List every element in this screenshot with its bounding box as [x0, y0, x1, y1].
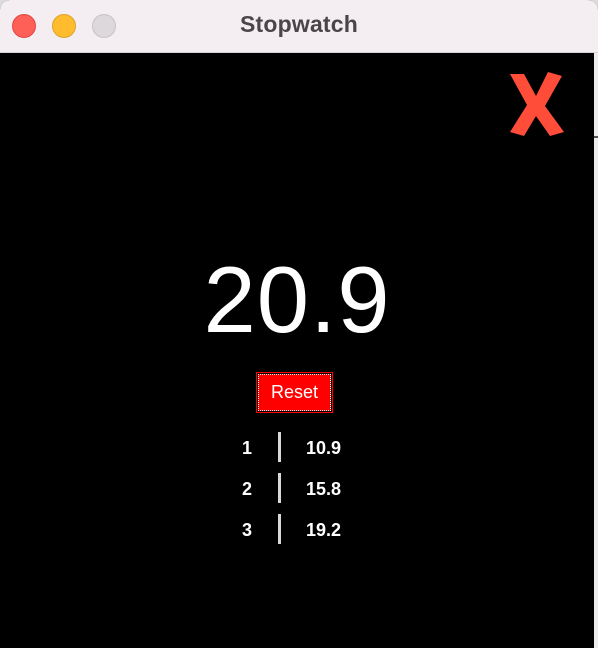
lap-number: 2 — [241, 479, 252, 499]
lap-row: 3 19.2 — [230, 510, 370, 551]
lap-separator — [278, 432, 281, 462]
lap-time: 19.2 — [306, 520, 342, 540]
stopwatch-window: Stopwatch 20.9 Reset 1 10.9 2 15.8 3 19.… — [0, 0, 598, 648]
lap-time: 10.9 — [306, 438, 342, 458]
lap-row: 1 10.9 — [230, 428, 370, 469]
edge-mark — [594, 136, 598, 138]
reset-button[interactable]: Reset — [256, 372, 333, 413]
title-bar: Stopwatch — [0, 0, 598, 53]
lap-number: 3 — [241, 520, 252, 540]
window-title: Stopwatch — [239, 11, 359, 37]
elapsed-time-display: 20.9 — [203, 247, 391, 352]
close-x-icon[interactable] — [506, 70, 566, 140]
lap-list: 1 10.9 2 15.8 3 19.2 — [230, 428, 370, 551]
lap-row: 2 15.8 — [230, 469, 370, 510]
lap-separator — [278, 473, 281, 503]
lap-time: 15.8 — [306, 479, 342, 499]
lap-number: 1 — [241, 438, 252, 458]
window-edge — [594, 53, 598, 648]
lap-separator — [278, 514, 281, 544]
